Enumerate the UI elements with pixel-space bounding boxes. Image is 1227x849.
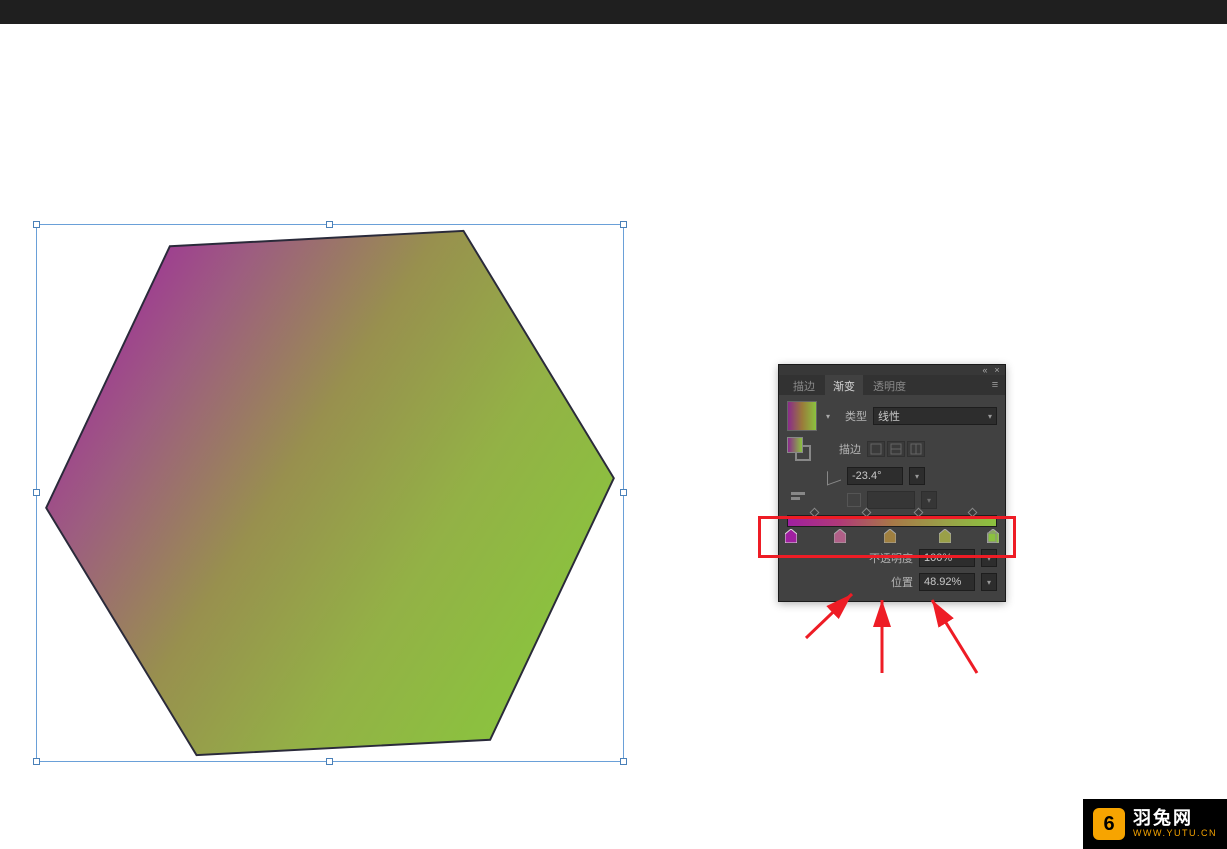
tab-stroke[interactable]: 描边 xyxy=(785,375,823,396)
watermark: 6 羽兔网 WWW.YUTU.CN xyxy=(1083,799,1227,849)
gradient-bar[interactable] xyxy=(787,515,997,527)
gradient-stop-icon[interactable] xyxy=(939,529,951,543)
aspect-dropdown-icon[interactable]: ▾ xyxy=(921,491,937,509)
app-title-bar xyxy=(0,0,1227,24)
watermark-text-en: WWW.YUTU.CN xyxy=(1133,829,1217,839)
panel-options-icon[interactable]: ≡ xyxy=(989,379,1005,391)
panel-close-icon[interactable]: × xyxy=(991,366,1003,374)
panel-body: ▾ 类型 线性 ▾ 描边 xyxy=(779,395,1005,601)
opacity-label: 不透明度 xyxy=(857,550,913,566)
gradient-midpoint[interactable] xyxy=(861,508,871,518)
stroke-within-icon[interactable] xyxy=(867,441,885,457)
gradient-midpoint[interactable] xyxy=(968,508,978,518)
type-label: 类型 xyxy=(839,408,867,424)
gradient-slider[interactable] xyxy=(787,515,997,545)
panel-window-bar[interactable]: « × xyxy=(779,365,1005,375)
gradient-stop-icon[interactable] xyxy=(785,529,797,543)
opacity-input[interactable]: 100% xyxy=(919,549,975,567)
gradient-panel[interactable]: « × 描边 渐变 透明度 ≡ ▾ 类型 线性 ▾ xyxy=(778,364,1006,602)
stroke-across-icon[interactable] xyxy=(907,441,925,457)
stroke-label: 描边 xyxy=(833,441,861,457)
location-dropdown-icon[interactable]: ▾ xyxy=(981,573,997,591)
tab-gradient[interactable]: 渐变 xyxy=(825,375,863,396)
location-input[interactable]: 48.92% xyxy=(919,573,975,591)
canvas[interactable]: « × 描边 渐变 透明度 ≡ ▾ 类型 线性 ▾ xyxy=(0,24,1227,849)
gradient-stop-icon[interactable] xyxy=(884,529,896,543)
angle-input[interactable]: -23.4° xyxy=(847,467,903,485)
location-value: 48.92% xyxy=(924,576,961,588)
tab-transparency[interactable]: 透明度 xyxy=(865,375,914,396)
fill-chip-icon[interactable] xyxy=(787,437,803,453)
watermark-text-cn: 羽兔网 xyxy=(1133,809,1217,829)
gradient-stops-row[interactable] xyxy=(787,529,997,545)
fill-stroke-toggle[interactable] xyxy=(787,437,811,461)
opacity-dropdown-icon[interactable]: ▾ xyxy=(981,549,997,567)
aspect-input[interactable] xyxy=(867,491,915,509)
stroke-along-icon[interactable] xyxy=(887,441,905,457)
angle-value: -23.4° xyxy=(852,470,881,482)
panel-tabs: 描边 渐变 透明度 ≡ xyxy=(779,375,1005,395)
angle-dropdown-icon[interactable]: ▾ xyxy=(909,467,925,485)
gradient-swatch[interactable] xyxy=(787,401,817,431)
gradient-midpoint[interactable] xyxy=(809,508,819,518)
gradient-stop-icon[interactable] xyxy=(834,529,846,543)
panel-collapse-icon[interactable]: « xyxy=(979,366,991,374)
delete-stop-icon[interactable] xyxy=(985,529,999,543)
watermark-logo-icon: 6 xyxy=(1093,808,1125,840)
hexagon-shape[interactable] xyxy=(22,209,637,777)
resize-handle-bottom-left[interactable] xyxy=(33,758,40,765)
gradient-midpoint[interactable] xyxy=(913,508,923,518)
opacity-value: 100% xyxy=(924,552,952,564)
resize-handle-top-left[interactable] xyxy=(33,221,40,228)
resize-handle-top-right[interactable] xyxy=(620,221,627,228)
angle-icon xyxy=(827,466,841,485)
aspect-link-icon[interactable] xyxy=(847,493,861,507)
gradient-swatch-dropdown-icon[interactable]: ▾ xyxy=(823,401,833,431)
stroke-gradient-type-group xyxy=(867,441,925,457)
aspect-ratio-icon xyxy=(791,492,807,508)
resize-handle-bottom-right[interactable] xyxy=(620,758,627,765)
location-label: 位置 xyxy=(857,574,913,590)
chevron-down-icon: ▾ xyxy=(988,412,992,421)
hexagon-svg xyxy=(22,209,637,777)
type-select[interactable]: 线性 ▾ xyxy=(873,407,997,425)
type-value: 线性 xyxy=(878,408,900,424)
